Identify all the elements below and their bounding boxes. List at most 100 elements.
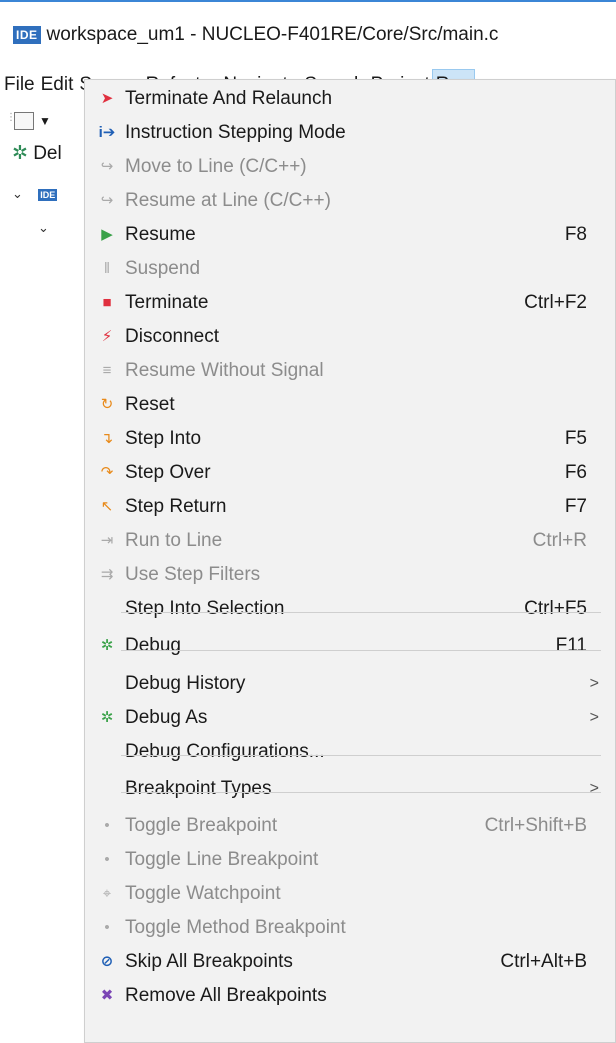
ide-logo-icon: IDE: [13, 26, 41, 44]
menu-item-debug[interactable]: ✲ Debug F11: [85, 629, 615, 663]
window-top-border: [0, 0, 616, 2]
menu-item-label: Resume Without Signal: [125, 360, 324, 381]
menu-item-label: Instruction Stepping Mode: [125, 122, 346, 143]
suspend-icon: ‖: [103, 260, 111, 277]
menu-item-step-into-selection[interactable]: Step Into Selection Ctrl+F5: [85, 592, 615, 626]
menu-item-shortcut: Ctrl+F2: [524, 292, 587, 313]
menu-item-shortcut: F7: [564, 496, 587, 517]
toggle-breakpoint-icon: •: [104, 817, 110, 834]
step-return-icon: ↖: [100, 498, 114, 515]
menu-item-shortcut: Ctrl+R: [532, 530, 587, 551]
menu-item-toggle-watchpoint[interactable]: ⌖ Toggle Watchpoint: [85, 877, 615, 911]
menu-item-label: Terminate: [125, 292, 209, 313]
remove-all-breakpoints-icon: ✖: [100, 987, 114, 1004]
menu-item-resume-at-line-c-c[interactable]: ↪ Resume at Line (C/C++): [85, 184, 615, 218]
menu-item-resume[interactable]: ▶ Resume F8: [85, 218, 615, 252]
run-menu-dropdown: ➤ Terminate And Relaunch i➔ Instruction Ste…: [84, 79, 616, 1043]
menu-separator: [121, 650, 601, 651]
menu-item-label: Suspend: [125, 258, 201, 279]
menu-item-label: Resume: [125, 224, 196, 245]
toggle-watchpoint-icon: ⌖: [102, 885, 112, 902]
menu-item-label: Debug History: [125, 673, 246, 694]
menu-item-label: Step Into Selection: [125, 598, 285, 619]
project-icon: IDE: [38, 189, 58, 201]
menu-item-shortcut: Ctrl+Shift+B: [484, 815, 587, 836]
menu-item-label: Debug As: [125, 707, 208, 728]
menu-item-label: Move to Line (C/C++): [125, 156, 307, 177]
window-title: workspace_um1 - NUCLEO-F401RE/Core/Src/m…: [46, 24, 499, 45]
menu-item-label: Toggle Watchpoint: [125, 883, 281, 904]
menu-item-label: Toggle Line Breakpoint: [125, 849, 319, 870]
menu-item-label: Breakpoint Types: [125, 778, 272, 799]
menu-separator: [121, 755, 601, 756]
menu-item-terminate-and-relaunch[interactable]: ➤ Terminate And Relaunch: [85, 82, 615, 116]
chevron-down-icon[interactable]: ⌄: [12, 186, 23, 201]
menu-item-shortcut: F5: [564, 428, 587, 449]
toggle-method-breakpoint-icon: •: [104, 919, 110, 936]
menu-item-step-over[interactable]: ↷ Step Over F6: [85, 456, 615, 490]
chevron-down-icon[interactable]: ▼: [39, 114, 51, 128]
menu-item-shortcut: Ctrl+F5: [524, 598, 587, 619]
step-into-icon: ↴: [100, 430, 114, 447]
menu-item-skip-all-breakpoints[interactable]: ⊘ Skip All Breakpoints Ctrl+Alt+B: [85, 945, 615, 979]
menu-item-terminate[interactable]: ■ Terminate Ctrl+F2: [85, 286, 615, 320]
reset-icon: ↻: [100, 396, 114, 413]
use-step-filters-icon: ⇉: [100, 566, 114, 583]
menu-item-label: Disconnect: [125, 326, 219, 347]
menu-item-label: Skip All Breakpoints: [125, 951, 293, 972]
run-to-line-icon: ⇥: [100, 532, 114, 549]
menu-item-label: Debug: [125, 635, 181, 656]
chevron-down-icon[interactable]: ⌄: [38, 220, 49, 235]
resume-icon: ▶: [101, 226, 113, 243]
terminate-relaunch-icon: ➤: [100, 90, 114, 107]
menu-item-resume-without-signal[interactable]: ≡ Resume Without Signal: [85, 354, 615, 388]
menu-item-suspend[interactable]: ‖ Suspend: [85, 252, 615, 286]
menu-edit[interactable]: Edit: [38, 70, 77, 100]
menu-file[interactable]: File: [0, 70, 38, 100]
menu-item-label: Toggle Breakpoint: [125, 815, 278, 836]
menu-item-instruction-stepping-mode[interactable]: i➔ Instruction Stepping Mode: [85, 116, 615, 150]
menu-item-shortcut: Ctrl+Alt+B: [500, 951, 587, 972]
menu-item-remove-all-breakpoints[interactable]: ✖ Remove All Breakpoints: [85, 979, 615, 1013]
move-to-line-icon: ↪: [100, 158, 114, 175]
menu-item-breakpoint-types[interactable]: Breakpoint Types >: [85, 772, 615, 806]
title-bar: IDE workspace_um1 - NUCLEO-F401RE/Core/S…: [0, 18, 616, 52]
menu-item-debug-configurations[interactable]: Debug Configurations...: [85, 735, 615, 769]
menu-item-use-step-filters[interactable]: ⇉ Use Step Filters: [85, 558, 615, 592]
step-over-icon: ↷: [100, 464, 114, 481]
menu-item-label: Run to Line: [125, 530, 223, 551]
menu-item-label: Resume at Line (C/C++): [125, 190, 331, 211]
menu-item-run-to-line[interactable]: ⇥ Run to Line Ctrl+R: [85, 524, 615, 558]
menu-item-label: Terminate And Relaunch: [125, 88, 333, 109]
menu-separator: [121, 612, 601, 613]
instruction-stepping-icon: i➔: [98, 124, 116, 141]
debug-view-tab[interactable]: Del: [33, 143, 62, 164]
menu-item-label: Remove All Breakpoints: [125, 985, 327, 1006]
toolbar: ⋮ ▼: [0, 102, 90, 138]
menu-item-debug-as[interactable]: ✲ Debug As >: [85, 701, 615, 735]
menu-item-step-into[interactable]: ↴ Step Into F5: [85, 422, 615, 456]
resume-at-line-icon: ↪: [100, 192, 114, 209]
menu-item-label: Step Return: [125, 496, 227, 517]
debug-icon: ✲: [100, 637, 114, 654]
menu-item-debug-history[interactable]: Debug History >: [85, 667, 615, 701]
terminate-icon: ■: [102, 294, 112, 311]
menu-item-toggle-line-breakpoint[interactable]: • Toggle Line Breakpoint: [85, 843, 615, 877]
menu-item-shortcut: F6: [564, 462, 587, 483]
menu-item-label: Step Into: [125, 428, 202, 449]
menu-item-toggle-breakpoint[interactable]: • Toggle Breakpoint Ctrl+Shift+B: [85, 809, 615, 843]
submenu-arrow-icon: >: [589, 780, 599, 797]
disconnect-icon: ⚡: [101, 328, 113, 345]
menu-item-disconnect[interactable]: ⚡ Disconnect: [85, 320, 615, 354]
menu-item-toggle-method-breakpoint[interactable]: • Toggle Method Breakpoint: [85, 911, 615, 945]
debug-as-icon: ✲: [100, 709, 114, 726]
submenu-arrow-icon: >: [589, 709, 599, 726]
resume-without-signal-icon: ≡: [102, 362, 112, 379]
menu-item-reset[interactable]: ↻ Reset: [85, 388, 615, 422]
menu-item-move-to-line-c-c[interactable]: ↪ Move to Line (C/C++): [85, 150, 615, 184]
menu-item-label: Use Step Filters: [125, 564, 261, 585]
menu-item-step-return[interactable]: ↖ Step Return F7: [85, 490, 615, 524]
menu-item-label: Debug Configurations...: [125, 741, 325, 762]
menu-separator: [121, 792, 601, 793]
new-wizard-icon[interactable]: [14, 112, 34, 130]
